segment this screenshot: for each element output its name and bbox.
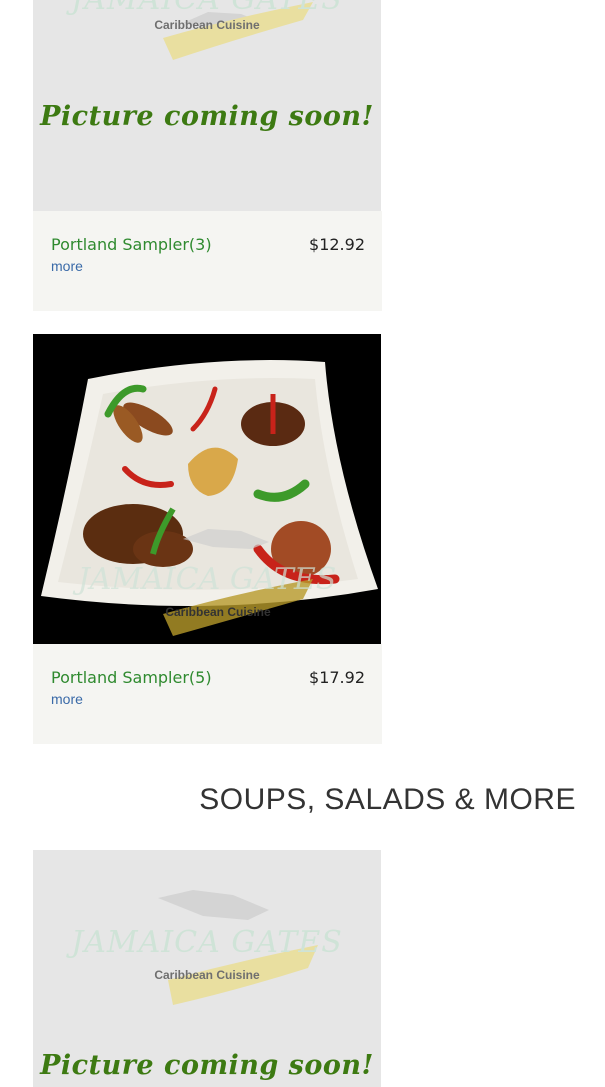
item-photo[interactable]: JAMAICA GATES Caribbean Cuisine [33,334,381,644]
section-title: SOUPS, SALADS & MORE [199,783,576,816]
logo-text: JAMAICA GATES [71,925,343,960]
item-image-placeholder[interactable]: JAMAICA GATES Caribbean Cuisine Picture … [33,0,381,211]
logo-subtitle: Caribbean Cuisine [154,18,260,32]
menu-item-card: JAMAICA GATES Caribbean Cuisine Portland… [33,334,382,744]
logo-subtitle: Caribbean Cuisine [154,968,260,982]
item-name[interactable]: Portland Sampler(5) [51,668,212,687]
svg-text:JAMAICA GATES: JAMAICA GATES [72,562,337,597]
item-info: Portland Sampler(5) $17.92 more [33,644,382,744]
item-price: $17.92 [309,668,365,687]
picture-coming-soon-text: Picture coming soon! [40,101,374,132]
menu-item-card: JAMAICA GATES Caribbean Cuisine Picture … [33,0,382,311]
menu-item-card: JAMAICA GATES Caribbean Cuisine Picture … [33,850,382,1087]
logo-text: JAMAICA GATES [33,0,381,17]
food-plate-image: JAMAICA GATES Caribbean Cuisine [41,360,378,636]
more-link[interactable]: more [51,258,83,274]
more-link[interactable]: more [51,691,83,707]
item-info: Portland Sampler(3) $12.92 more [33,211,382,311]
item-name[interactable]: Portland Sampler(3) [51,235,212,254]
item-price: $12.92 [309,235,365,254]
picture-coming-soon-text: Picture coming soon! [40,1050,374,1081]
svg-text:Caribbean Cuisine: Caribbean Cuisine [165,605,271,619]
item-image-placeholder[interactable]: JAMAICA GATES Caribbean Cuisine Picture … [33,850,381,1087]
